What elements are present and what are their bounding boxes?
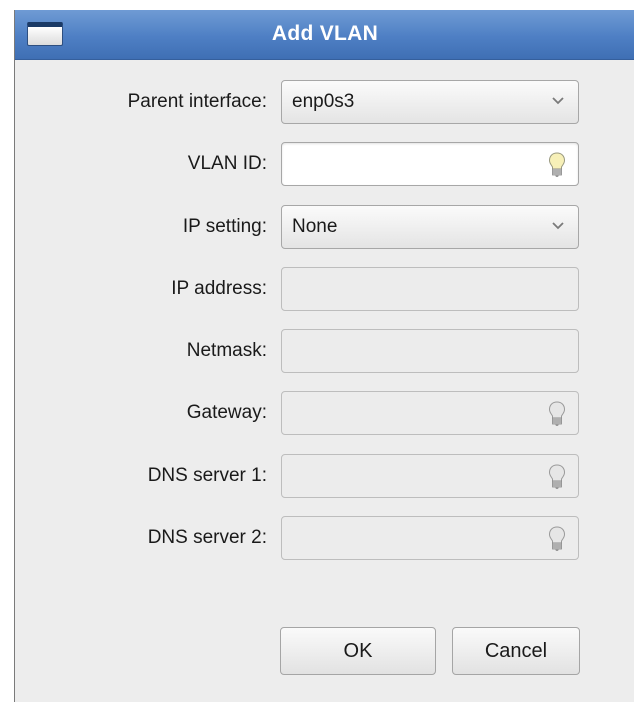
ip-setting-select[interactable]: None [281,205,579,249]
vlan-id-field[interactable] [281,142,579,186]
ip-setting-value: None [292,216,338,237]
dns-server-2-label: DNS server 2: [147,527,267,548]
netmask-label: Netmask: [186,340,267,361]
row-netmask: Netmask: [15,329,634,373]
parent-interface-value: enp0s3 [292,91,355,112]
row-ip-setting: IP setting: None [15,205,634,249]
row-vlan-id: VLAN ID: [15,142,634,186]
lightbulb-icon[interactable] [548,526,566,552]
gateway-label: Gateway: [186,402,267,423]
window-title: Add VLAN [271,22,379,45]
cancel-button[interactable]: Cancel [452,627,580,675]
lightbulb-icon[interactable] [548,401,566,427]
ok-button[interactable]: OK [280,627,436,675]
row-dns-server-2: DNS server 2: [15,516,634,560]
ip-address-field[interactable] [281,267,579,311]
lightbulb-icon[interactable] [548,464,566,490]
vlan-id-label: VLAN ID: [187,153,267,174]
lightbulb-icon[interactable] [548,152,566,178]
dns-server-2-field[interactable] [281,516,579,560]
chevron-down-icon [552,97,564,105]
row-gateway: Gateway: [15,391,634,435]
dns-server-1-field[interactable] [281,454,579,498]
parent-interface-label: Parent interface: [127,91,267,112]
dns-server-1-label: DNS server 1: [147,465,267,486]
chevron-down-icon [552,222,564,230]
netmask-field[interactable] [281,329,579,373]
parent-interface-select[interactable]: enp0s3 [281,80,579,124]
title-bar[interactable]: Add VLAN [15,10,634,60]
row-dns-server-1: DNS server 1: [15,454,634,498]
row-parent-interface: Parent interface: enp0s3 [15,80,634,124]
row-ip-address: IP address: [15,267,634,311]
ip-address-label: IP address: [171,278,267,299]
button-row: OK Cancel [15,627,634,675]
add-vlan-dialog: Add VLAN Parent interface: enp0s3 VLAN I… [14,10,634,702]
gateway-field[interactable] [281,391,579,435]
ip-setting-label: IP setting: [182,216,267,237]
